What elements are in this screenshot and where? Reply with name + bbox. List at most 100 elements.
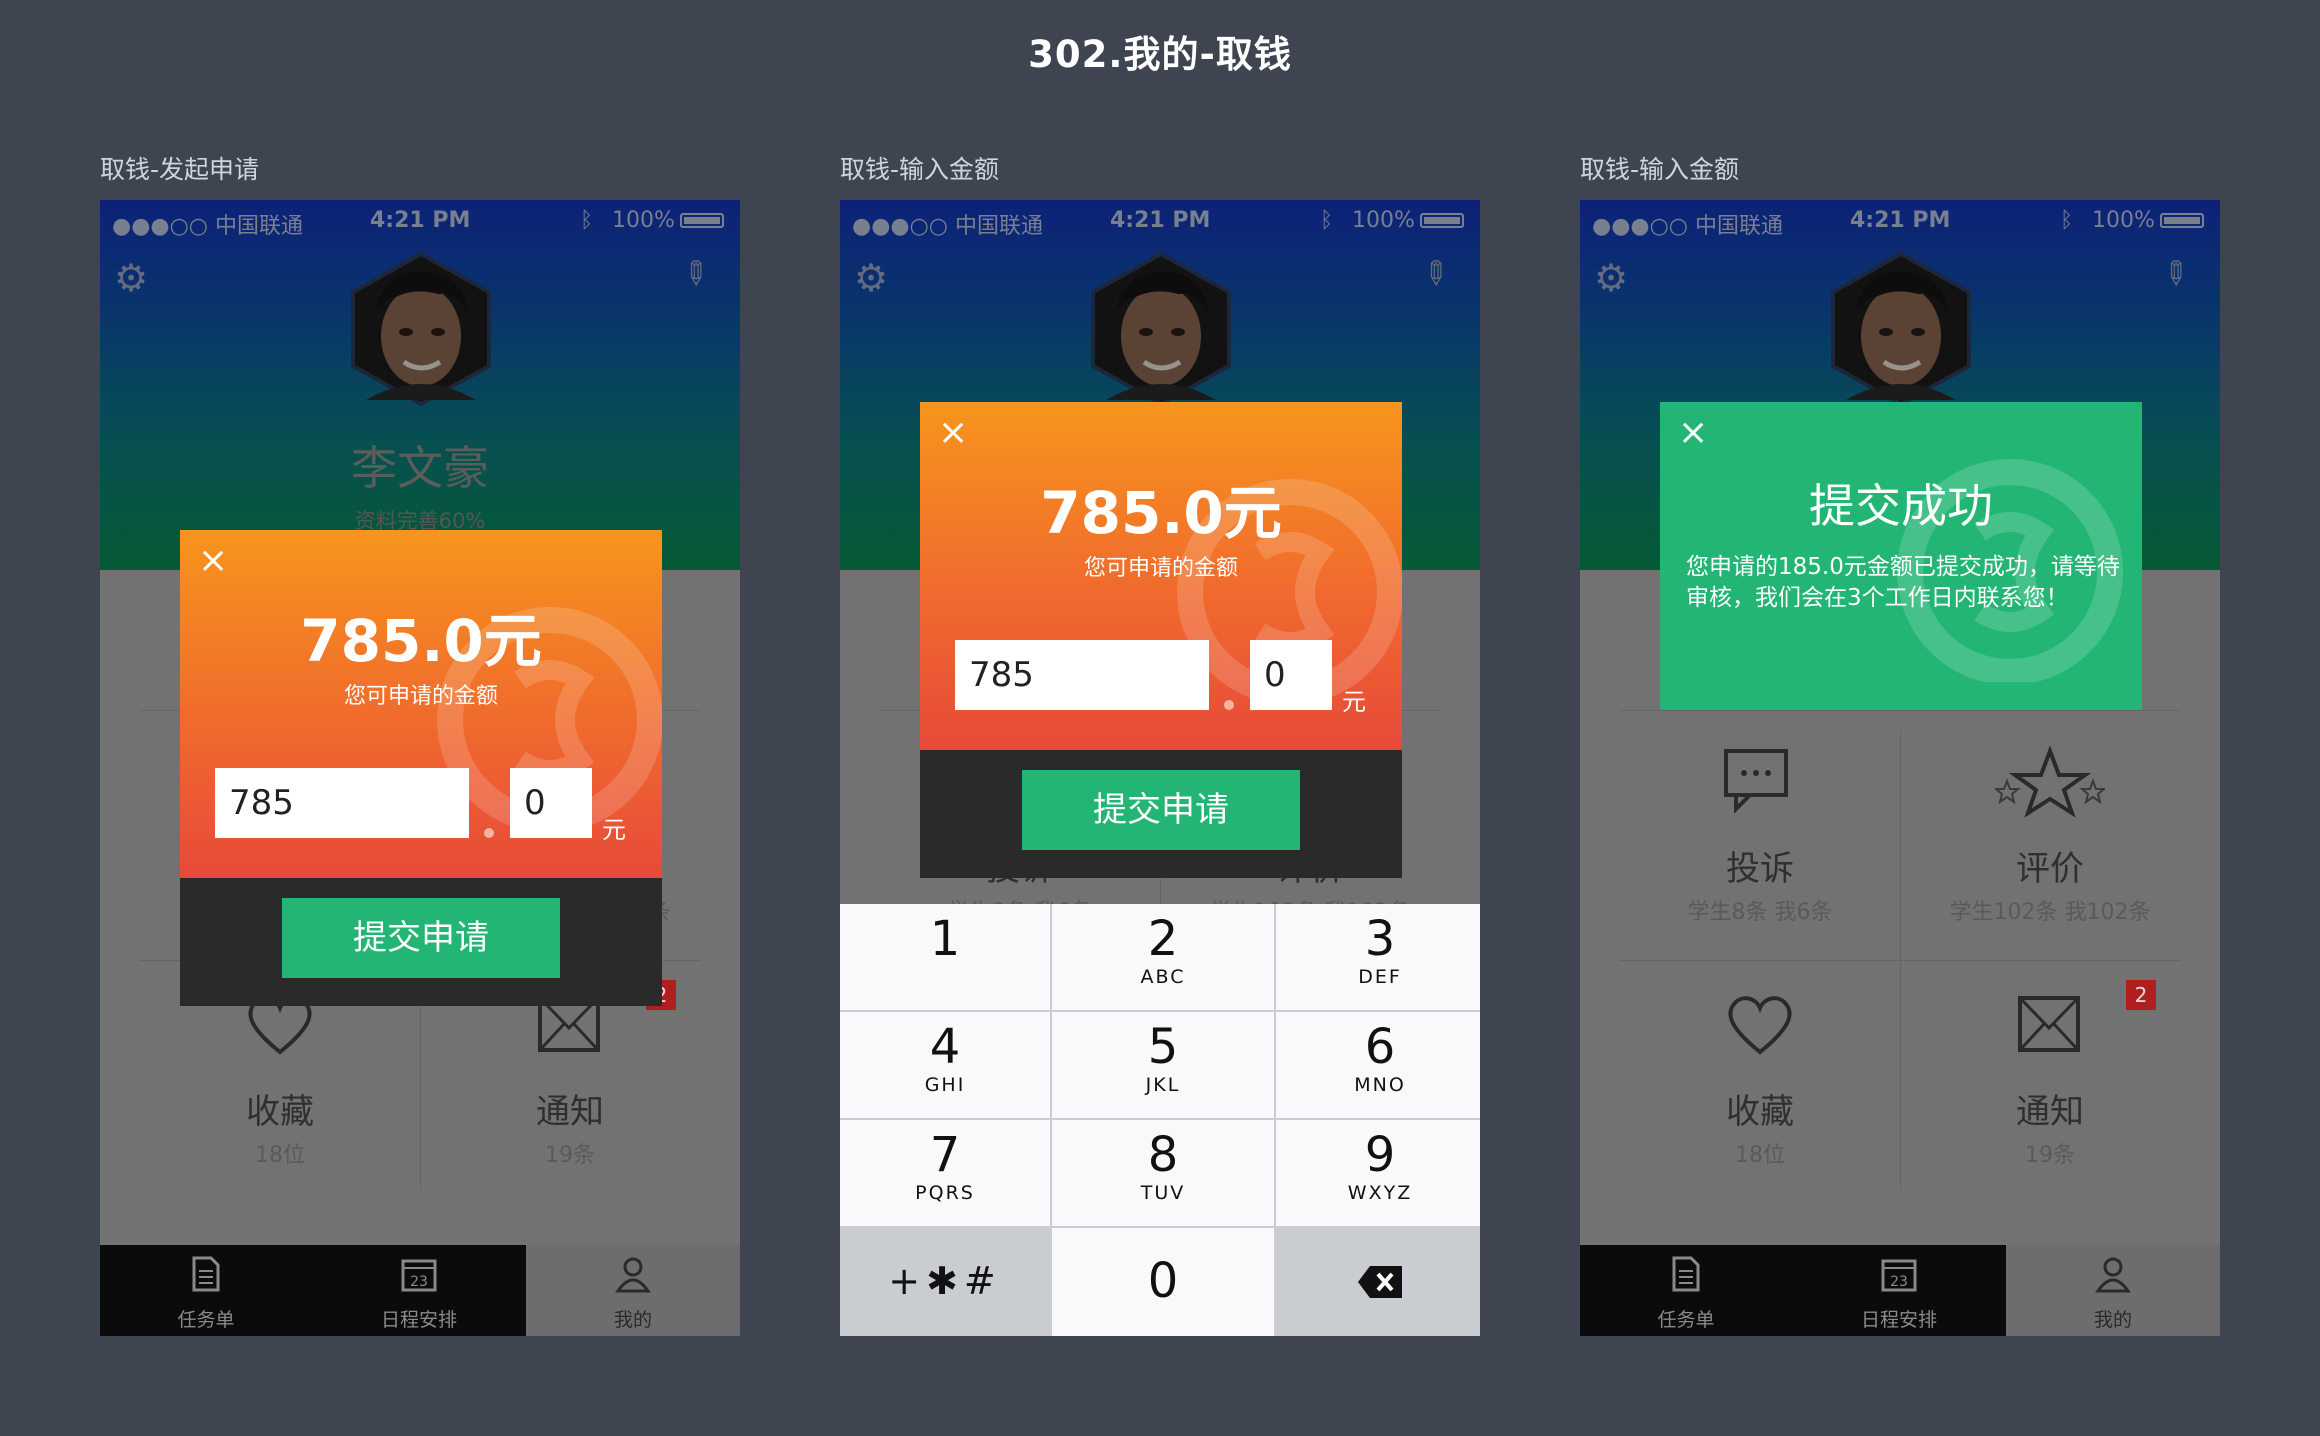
withdraw-dialog: × 785.0元 您可申请的金额 785 0 元 提交申请: [180, 530, 662, 1006]
close-icon[interactable]: ×: [1678, 412, 1708, 453]
complaint-label: 投诉: [1726, 849, 1794, 889]
success-message: 您申请的185.0元金额已提交成功，请等待审核，我们会在3个工作日内联系您！: [1686, 554, 2120, 611]
key-letters: MNO: [1354, 1074, 1406, 1096]
tab-tasks-label: 任务单: [1657, 1309, 1715, 1331]
amount-integer-input[interactable]: 785: [955, 640, 1209, 710]
available-amount: 785.0元: [1040, 479, 1282, 547]
key-digit: 3: [1364, 911, 1396, 967]
key-7[interactable]: 7 PQRS: [840, 1120, 1050, 1226]
success-dialog: × 提交成功您申请的185.0元金额已提交成功，请等待审核，我们会在3个工作日内联…: [1660, 402, 2142, 710]
person-icon: [2006, 1255, 2220, 1305]
phone-screen-request: ●●●○○ 中国联通 4:21 PM ᛒ 100% ⚙ ✎ 李文豪 资料完善60…: [100, 200, 740, 1336]
svg-text:23: 23: [1890, 1274, 1908, 1290]
heart-icon: [1640, 988, 1880, 1076]
tab-schedule[interactable]: 23 日程安排: [312, 1245, 526, 1336]
decimal-point: [1224, 700, 1234, 710]
key-0[interactable]: 0: [1052, 1228, 1274, 1336]
star-icon: [1920, 745, 2180, 833]
chat-bubble-icon: [1640, 745, 1880, 833]
key-digit: 5: [1147, 1019, 1179, 1075]
backspace-key[interactable]: [1276, 1228, 1480, 1336]
success-card: × 提交成功您申请的185.0元金额已提交成功，请等待审核，我们会在3个工作日内联…: [1660, 402, 2142, 710]
divider: [1620, 710, 2180, 711]
key-0-label: 0: [1147, 1253, 1179, 1309]
tab-schedule-label: 日程安排: [1860, 1309, 1937, 1331]
key-4[interactable]: 4 GHI: [840, 1012, 1050, 1118]
key-letters: PQRS: [915, 1182, 975, 1204]
favorite-cell[interactable]: 收藏 18位: [1640, 988, 1880, 1169]
favorite-label: 收藏: [246, 1092, 314, 1132]
page-title: 302.我的-取钱: [1028, 33, 1292, 76]
key-5[interactable]: 5 JKL: [1052, 1012, 1274, 1118]
svg-text:23: 23: [410, 1274, 428, 1290]
calendar-icon: 23: [312, 1255, 526, 1305]
calendar-icon: 23: [1792, 1255, 2006, 1305]
amount-integer-input[interactable]: 785: [215, 768, 469, 838]
key-digit: 8: [1147, 1127, 1179, 1183]
screen-caption-3: 取钱-输入金额: [1580, 155, 1740, 184]
numeric-keypad: 1 2 ABC 3 DEF 4 GHI 5 JKL 6 MNO 7 PQRS 8 TUV 9 WXYZ +✱# 0: [840, 904, 1480, 1336]
withdraw-actions: 提交申请: [180, 878, 662, 1006]
complaint-cell[interactable]: 投诉 学生8条 我6条: [1640, 745, 1880, 926]
tab-tasks[interactable]: 任务单: [1580, 1245, 1792, 1336]
phone-screen-success: ●●●○○ 中国联通 4:21 PM ᛒ 100% ⚙ ✎ 李文豪 资料完善60…: [1580, 200, 2220, 1336]
person-icon: [526, 1255, 740, 1305]
tab-bar: 任务单 23 日程安排 我的: [100, 1245, 740, 1336]
key-digit: 7: [929, 1127, 961, 1183]
tab-tasks[interactable]: 任务单: [100, 1245, 312, 1336]
key-letters: ABC: [1140, 966, 1186, 988]
backspace-icon: [1358, 1266, 1402, 1298]
tab-schedule[interactable]: 23 日程安排: [1792, 1245, 2006, 1336]
review-cell[interactable]: 评价 学生102条 我102条: [1920, 745, 2180, 926]
key-1[interactable]: 1: [840, 904, 1050, 1010]
key-letters: GHI: [924, 1074, 966, 1096]
available-amount: 785.0元: [300, 607, 542, 675]
key-letters: TUV: [1140, 1182, 1186, 1204]
tab-bar: 任务单 23 日程安排 我的: [1580, 1245, 2220, 1336]
submit-request-button[interactable]: 提交申请: [1022, 770, 1300, 850]
complaint-count: 学生8条 我6条: [1687, 900, 1833, 925]
withdraw-dialog: × 785.0元 您可申请的金额 785 0 元 提交申请: [920, 402, 1402, 878]
key-digit: 4: [929, 1019, 961, 1075]
tab-mine[interactable]: 我的: [2006, 1245, 2220, 1336]
success-title: 提交成功: [1809, 479, 1993, 533]
key-digit: 1: [929, 911, 961, 967]
key-letters: JKL: [1145, 1074, 1181, 1096]
key-2[interactable]: 2 ABC: [1052, 904, 1274, 1010]
currency-unit: 元: [1342, 688, 1366, 716]
divider: [1900, 730, 1901, 1190]
available-amount-label: 您可申请的金额: [1083, 556, 1238, 581]
currency-unit: 元: [602, 816, 626, 844]
key-symbols-label: +✱#: [888, 1259, 1002, 1303]
submit-request-button[interactable]: 提交申请: [282, 898, 560, 978]
notice-count: 19条: [545, 1143, 595, 1168]
notice-cell[interactable]: 通知 19条: [1920, 988, 2180, 1169]
close-icon[interactable]: ×: [938, 412, 968, 453]
key-symbols[interactable]: +✱#: [840, 1228, 1050, 1336]
screen-caption-2: 取钱-输入金额: [840, 155, 1000, 184]
key-digit: 2: [1147, 911, 1179, 967]
tab-mine-label: 我的: [613, 1309, 652, 1331]
amount-decimal-input[interactable]: 0: [1250, 640, 1332, 710]
key-digit: 6: [1364, 1019, 1396, 1075]
notice-badge: 2: [2126, 980, 2156, 1010]
favorite-cell[interactable]: 收藏 18位: [160, 988, 400, 1169]
favorite-label: 收藏: [1726, 1092, 1794, 1132]
key-8[interactable]: 8 TUV: [1052, 1120, 1274, 1226]
decimal-point: [484, 828, 494, 838]
close-icon[interactable]: ×: [198, 540, 228, 581]
key-3[interactable]: 3 DEF: [1276, 904, 1480, 1010]
withdraw-actions: 提交申请: [920, 750, 1402, 878]
favorite-count: 18位: [1735, 1143, 1785, 1168]
key-9[interactable]: 9 WXYZ: [1276, 1120, 1480, 1226]
notice-label: 通知: [2016, 1092, 2084, 1132]
notice-label: 通知: [536, 1092, 604, 1132]
key-6[interactable]: 6 MNO: [1276, 1012, 1480, 1118]
key-digit: 9: [1364, 1127, 1396, 1183]
tab-mine[interactable]: 我的: [526, 1245, 740, 1336]
amount-decimal-input[interactable]: 0: [510, 768, 592, 838]
notice-cell[interactable]: 通知 19条: [440, 988, 700, 1169]
tab-mine-label: 我的: [2093, 1309, 2132, 1331]
notice-count: 19条: [2025, 1143, 2075, 1168]
overlay-dim: [100, 200, 740, 570]
